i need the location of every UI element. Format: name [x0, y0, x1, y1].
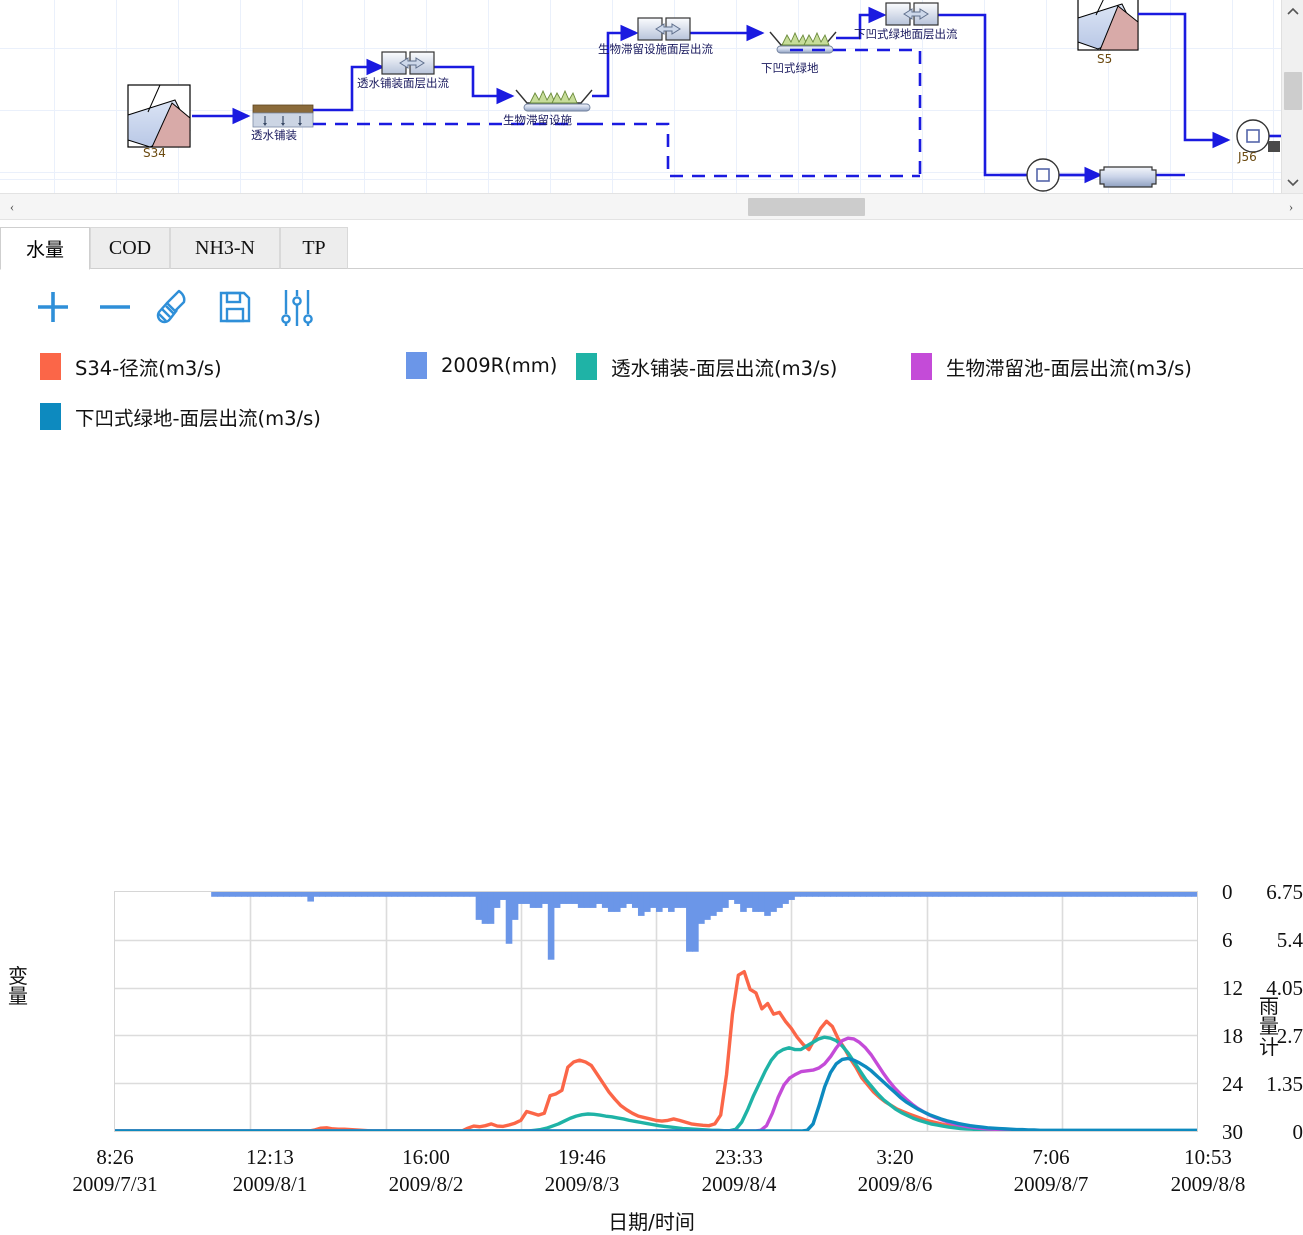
x-tick-4: 23:33 2009/8/4	[654, 1144, 824, 1198]
x-tick-5-time: 3:20	[876, 1145, 914, 1169]
storage-unit-icon	[1099, 166, 1157, 188]
permeable-pavement-icon	[252, 104, 314, 128]
legend-label-2: 透水铺装-面层出流(m3/s)	[611, 357, 838, 380]
save-button[interactable]	[208, 278, 262, 336]
legend-item-1[interactable]: 2009R(mm)	[406, 352, 557, 379]
legend-label-0: S34-径流(m3/s)	[75, 357, 222, 380]
sliders-icon	[281, 290, 313, 326]
x-axis-label: 日期/时间	[608, 1210, 695, 1234]
floppy-disk-icon	[219, 291, 251, 323]
clear-button[interactable]	[148, 278, 202, 336]
x-tick-2: 16:00 2009/8/2	[341, 1144, 511, 1198]
x-tick-3-date: 2009/8/3	[544, 1171, 620, 1196]
x-tick-4-time: 23:33	[715, 1145, 763, 1169]
legend-item-3[interactable]: 生物滞留池-面层出流(m3/s)	[911, 352, 1192, 381]
x-tick-7-date: 2009/8/8	[1170, 1171, 1246, 1196]
diagram-vertical-scrollbar[interactable]	[1281, 0, 1303, 193]
y-tick-right-4: 24	[1222, 1072, 1243, 1096]
legend-item-4[interactable]: 下凹式绿地-面层出流(m3/s)	[40, 402, 321, 431]
y-tick-right-5: 30	[1222, 1120, 1243, 1144]
link-label-sunken-outflow: 下凹式绿地面层出流	[854, 27, 958, 41]
subcatchment-s34-icon	[127, 84, 191, 148]
x-tick-1-date: 2009/8/1	[232, 1171, 308, 1196]
node-label-s34: S34	[143, 146, 166, 160]
result-tabs: 水量 COD NH3-N TP	[0, 221, 1303, 270]
y-tick-right-2: 12	[1222, 976, 1243, 1000]
remove-series-button[interactable]	[88, 278, 142, 336]
network-diagram-graphic	[127, 0, 1281, 192]
chart-plot-area[interactable]	[114, 891, 1198, 1132]
legend-item-0[interactable]: S34-径流(m3/s)	[40, 352, 222, 381]
x-tick-0: 8:26 2009/7/31	[30, 1144, 200, 1198]
x-tick-3: 19:46 2009/8/3	[497, 1144, 667, 1198]
x-tick-1: 12:13 2009/8/1	[185, 1144, 355, 1198]
legend-label-4: 下凹式绿地-面层出流(m3/s)	[75, 407, 321, 430]
legend-label-1: 2009R(mm)	[441, 354, 558, 377]
scroll-down-button[interactable]	[1282, 171, 1303, 193]
y-tick-right-0: 0	[1222, 880, 1233, 904]
node-label-permeable-pavement: 透水铺装	[251, 128, 297, 142]
x-tick-1-time: 12:13	[246, 1145, 294, 1169]
minus-icon	[100, 305, 130, 309]
x-tick-0-time: 8:26	[96, 1145, 134, 1169]
plus-icon	[38, 292, 68, 322]
tab-cod[interactable]: COD	[90, 227, 170, 269]
node-label-s5: S5	[1097, 52, 1113, 66]
diagram-vertical-scroll-thumb[interactable]	[1284, 72, 1302, 110]
results-chart: 变量 雨量计 6.75 5.4 4.05 2.7 1.35 0 0 6 12 1…	[0, 436, 1303, 1235]
legend-label-3: 生物滞留池-面层出流(m3/s)	[946, 357, 1192, 380]
x-tick-0-date: 2009/7/31	[72, 1171, 158, 1196]
y-tick-right-1: 6	[1222, 928, 1233, 952]
legend-swatch-2	[576, 353, 597, 380]
tab-cod-label: COD	[108, 236, 152, 259]
diagram-horizontal-scroll-thumb[interactable]	[748, 198, 865, 216]
node-label-j56: J56	[1238, 150, 1257, 164]
legend-swatch-0	[40, 353, 61, 380]
tab-tp[interactable]: TP	[280, 227, 348, 269]
x-tick-6-date: 2009/8/7	[1013, 1171, 1089, 1196]
legend-item-2[interactable]: 透水铺装-面层出流(m3/s)	[576, 352, 837, 381]
x-tick-7: 10:53 2009/8/8	[1123, 1144, 1293, 1198]
tab-nh3n[interactable]: NH3-N	[170, 227, 280, 269]
add-series-button[interactable]	[26, 278, 80, 336]
subcatchment-s5-icon	[1077, 0, 1139, 51]
legend-swatch-4	[40, 403, 61, 430]
scroll-left-button[interactable]: ‹	[0, 194, 24, 220]
node-label-bioretention: 生物滞留设施	[503, 113, 572, 127]
legend-swatch-3	[911, 353, 932, 380]
diagram-horizontal-scrollbar[interactable]: ‹ ›	[0, 193, 1303, 220]
node-label-sunken-green: 下凹式绿地	[761, 61, 819, 75]
x-tick-5: 3:20 2009/8/6	[810, 1144, 980, 1198]
chart-toolbar	[0, 278, 1303, 340]
settings-button[interactable]	[270, 278, 324, 336]
link-label-permeable-outflow: 透水铺装面层出流	[357, 76, 449, 90]
y-tick-right-3: 18	[1222, 1024, 1243, 1048]
x-tick-4-date: 2009/8/4	[701, 1171, 777, 1196]
y-axis-label-left: 变量	[8, 964, 28, 1009]
x-tick-3-time: 19:46	[558, 1145, 606, 1169]
scroll-up-button[interactable]	[1282, 0, 1303, 22]
tab-water-quantity-label: 水量	[25, 239, 64, 261]
x-tick-2-time: 16:00	[402, 1145, 450, 1169]
link-label-bioretention-outflow: 生物滞留设施面层出流	[598, 42, 713, 56]
broom-icon	[156, 289, 186, 324]
legend-swatch-1	[406, 352, 427, 379]
x-tick-6-time: 7:06	[1032, 1145, 1070, 1169]
tab-tp-label: TP	[302, 236, 326, 259]
network-diagram-canvas[interactable]: S34 透水铺装 生物滞留设施 下凹式绿地 S5 J56 透水铺装面层出流 生物…	[0, 0, 1281, 193]
x-tick-5-date: 2009/8/6	[857, 1171, 933, 1196]
chart-legend: S34-径流(m3/s) 2009R(mm) 透水铺装-面层出流(m3/s) 生…	[0, 344, 1303, 436]
tab-water-quantity[interactable]: 水量	[0, 227, 90, 270]
tab-nh3n-label: NH3-N	[195, 236, 255, 259]
bioretention-icon	[515, 89, 593, 112]
scroll-right-button[interactable]: ›	[1279, 194, 1303, 220]
x-tick-6: 7:06 2009/8/7	[966, 1144, 1136, 1198]
chart-plot-graphic	[115, 892, 1197, 1131]
x-tick-2-date: 2009/8/2	[388, 1171, 464, 1196]
x-tick-7-time: 10:53	[1184, 1145, 1232, 1169]
network-diagram-pane[interactable]: S34 透水铺装 生物滞留设施 下凹式绿地 S5 J56 透水铺装面层出流 生物…	[0, 0, 1303, 193]
